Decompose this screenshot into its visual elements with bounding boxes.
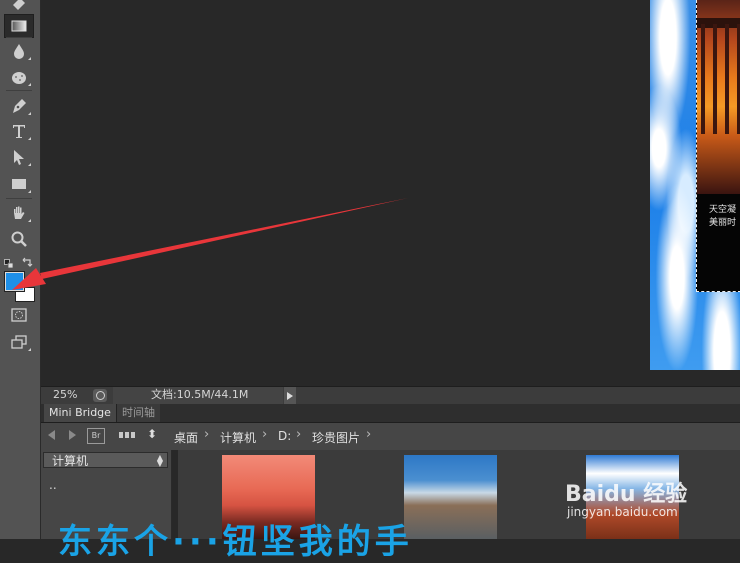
sort-icon[interactable]: ⬍ — [147, 427, 157, 441]
breadcrumb-computer[interactable]: 计算机 — [220, 429, 256, 446]
thumbnail-image[interactable] — [404, 455, 497, 539]
folder-dropdown-value: 计算机 — [52, 454, 89, 468]
default-colors-button[interactable] — [4, 254, 14, 269]
swap-colors-icon — [22, 257, 33, 267]
sunset-pier-photo — [697, 0, 740, 194]
go-to-bridge-button[interactable]: Br — [87, 428, 105, 444]
tab-timeline[interactable]: 时间轴 — [116, 404, 160, 422]
dropdown-caret-icon: ▲ ▼ — [156, 453, 163, 468]
type-icon — [13, 125, 25, 138]
breadcrumb-chevron-icon[interactable]: › — [204, 427, 209, 442]
breadcrumb-chevron-icon[interactable]: › — [296, 427, 301, 442]
default-colors-icon — [4, 259, 14, 269]
type-tool[interactable] — [5, 120, 33, 142]
caption-line-1: 天空凝 — [709, 205, 737, 215]
parent-directory-item[interactable]: .. — [49, 478, 57, 492]
status-bar: 25% 文档:10.5M/44.1M — [41, 386, 740, 404]
breadcrumb-drive-d[interactable]: D: — [278, 429, 291, 443]
breadcrumb-precious-pictures[interactable]: 珍贵图片 — [312, 429, 360, 446]
status-menu-arrow-icon[interactable] — [284, 387, 296, 404]
quick-mask-button[interactable] — [5, 304, 33, 326]
mini-bridge-toolbar: Br ⬍ 桌面 › 计算机 › D: › 珍贵图片 › — [41, 423, 740, 450]
view-options-icon[interactable] — [119, 432, 137, 438]
baidu-watermark-url: jingyan.baidu.com — [567, 505, 678, 519]
zoom-tool[interactable] — [5, 228, 33, 250]
hand-icon — [14, 206, 25, 219]
zoom-level[interactable]: 25% — [53, 388, 77, 401]
path-select-icon — [14, 150, 24, 165]
swap-colors-button[interactable] — [21, 253, 33, 267]
sponge-tool[interactable] — [5, 66, 33, 88]
foreground-color-swatch[interactable] — [4, 271, 25, 292]
eraser-tool[interactable] — [5, 0, 33, 12]
back-arrow-icon[interactable] — [48, 430, 55, 440]
panel-tab-bar: Mini Bridge 时间轴 — [41, 404, 740, 423]
screen-mode-icon — [11, 335, 27, 349]
hand-tool[interactable] — [5, 202, 33, 224]
gradient-tool[interactable] — [4, 14, 34, 38]
forward-arrow-icon[interactable] — [69, 430, 76, 440]
photo-layer-selection[interactable]: 天空凝 美丽时 — [696, 0, 740, 292]
screen-mode-button[interactable] — [5, 331, 33, 353]
tab-mini-bridge[interactable]: Mini Bridge — [44, 404, 116, 422]
breadcrumb-desktop[interactable]: 桌面 — [174, 429, 198, 446]
photo-caption: 天空凝 美丽时 — [709, 204, 736, 230]
caption-line-2: 美丽时 — [709, 218, 737, 228]
breadcrumb-chevron-icon[interactable]: › — [262, 427, 267, 442]
tools-panel — [0, 0, 41, 539]
folder-dropdown[interactable]: 计算机 ▲ ▼ — [43, 452, 168, 468]
path-selection-tool[interactable] — [5, 146, 33, 168]
zoom-options-icon[interactable] — [93, 389, 107, 402]
baidu-watermark: Baidu 经验 — [565, 482, 688, 507]
canvas-area[interactable] — [41, 0, 740, 386]
blur-tool[interactable] — [5, 40, 33, 62]
pen-tool[interactable] — [5, 95, 33, 117]
pen-icon — [13, 99, 26, 113]
rectangle-tool[interactable] — [5, 173, 33, 195]
breadcrumb-chevron-icon[interactable]: › — [366, 427, 371, 442]
eraser-icon — [13, 0, 25, 10]
blur-drop-icon — [14, 44, 24, 59]
sponge-icon — [12, 72, 26, 84]
gradient-icon — [11, 20, 27, 32]
quick-mask-icon — [11, 308, 27, 322]
zoom-icon — [11, 231, 27, 247]
document-info: 文档:10.5M/44.1M — [113, 387, 283, 404]
rectangle-icon — [12, 179, 26, 189]
